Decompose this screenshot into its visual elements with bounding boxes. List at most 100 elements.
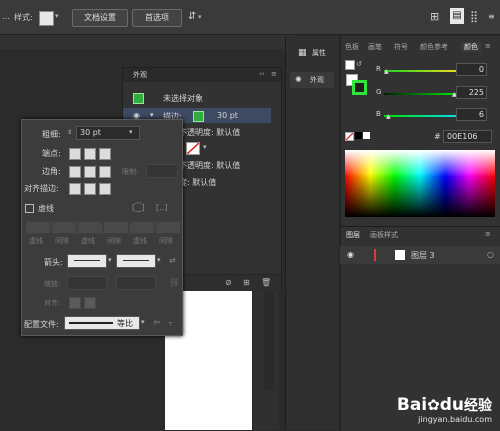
disclosure-icon[interactable]: ▾: [150, 111, 154, 119]
round-join-icon[interactable]: [84, 166, 96, 178]
collapse-icon[interactable]: ‹‹: [259, 70, 265, 78]
dash-align-corners-icon[interactable]: [⁐]: [132, 203, 145, 212]
arrowheads-label: 箭头:: [44, 258, 63, 267]
appearance-dock-button[interactable]: ✺ 外观: [290, 72, 334, 88]
fill-none-swatch[interactable]: [186, 142, 200, 155]
layer-row[interactable]: ◉ 图层 3 ○: [340, 246, 500, 264]
butt-cap-icon[interactable]: [69, 148, 81, 160]
swap-colors-icon[interactable]: ↺: [356, 60, 362, 68]
r-slider[interactable]: [384, 70, 464, 72]
gap-input-1[interactable]: [51, 221, 77, 234]
miter-join-icon[interactable]: [69, 166, 81, 178]
tab-swatches[interactable]: 色板: [345, 42, 359, 52]
arrow-tip-beyond-icon[interactable]: [69, 297, 81, 309]
gap-input-3[interactable]: [155, 221, 181, 234]
chevron-down-icon[interactable]: ▾: [141, 318, 145, 326]
properties-tab[interactable]: 属性: [312, 48, 326, 58]
b-slider-thumb-icon[interactable]: ▲: [386, 113, 391, 120]
black-color-icon[interactable]: [355, 132, 362, 139]
tab-symbols[interactable]: 符号: [394, 42, 408, 52]
weight-input-value[interactable]: 30 pt: [80, 128, 101, 137]
limit-label: 限制:: [122, 168, 139, 176]
align-outside-icon[interactable]: [99, 183, 111, 195]
end-scale-input[interactable]: [116, 276, 156, 290]
profile-value[interactable]: 等比: [117, 318, 133, 329]
hex-input[interactable]: 00E106: [443, 130, 492, 143]
grid-icon[interactable]: ⣿: [470, 10, 478, 23]
chevron-down-icon[interactable]: ▾: [55, 12, 59, 20]
tab-color[interactable]: 颜色: [461, 42, 481, 52]
g-value[interactable]: 225: [456, 86, 487, 99]
dash-input-3[interactable]: [129, 221, 155, 234]
watermark-url: jingyan.baidu.com: [418, 415, 492, 424]
opacity-row-1[interactable]: 不透明度: 默认值: [179, 127, 240, 138]
bevel-join-icon[interactable]: [99, 166, 111, 178]
tab-artboard-styles[interactable]: 画板样式: [370, 230, 398, 240]
white-color-icon[interactable]: [363, 132, 370, 139]
document-setup-button[interactable]: 文档设置: [72, 9, 128, 27]
stroke-color-swatch[interactable]: [193, 111, 204, 122]
chevron-down-icon[interactable]: ▾: [203, 143, 207, 151]
align-center-icon[interactable]: [69, 183, 81, 195]
align-icon[interactable]: ⊞: [430, 10, 439, 23]
properties-icon[interactable]: ▦: [298, 48, 307, 58]
gap-input-2[interactable]: [103, 221, 129, 234]
chevron-down-icon[interactable]: ▾: [108, 256, 112, 264]
panel-menu-icon[interactable]: ≡: [485, 230, 491, 238]
weight-input[interactable]: 30 pt ▾: [76, 126, 140, 140]
preferences-button[interactable]: 首选项: [132, 9, 182, 27]
panel-menu-icon[interactable]: ≡: [271, 70, 277, 78]
b-value[interactable]: 6: [456, 108, 487, 121]
start-scale-input[interactable]: [67, 276, 107, 290]
layer-name[interactable]: 图层 3: [411, 250, 435, 261]
color-spectrum[interactable]: [345, 150, 495, 217]
dashed-checkbox[interactable]: [25, 204, 34, 213]
target-icon[interactable]: ○: [487, 250, 494, 259]
dash-preserve-icon[interactable]: [‥]: [156, 203, 168, 212]
transform-icon[interactable]: ⇵: [188, 11, 196, 22]
watermark-brand: Bai: [396, 395, 428, 415]
chevron-down-icon[interactable]: ▾: [157, 256, 161, 264]
trash-icon[interactable]: 🗑: [261, 278, 271, 287]
none-color-icon[interactable]: [345, 132, 354, 141]
dash-input-1[interactable]: [25, 221, 51, 234]
swap-arrowheads-icon[interactable]: ⇄: [169, 256, 176, 265]
align-inside-icon[interactable]: [84, 183, 96, 195]
panel-menu-icon[interactable]: ≡: [485, 42, 491, 50]
style-swatch[interactable]: [39, 11, 54, 26]
scrollbar[interactable]: [264, 290, 274, 390]
stepper-icon[interactable]: ⇕: [67, 129, 72, 136]
dash-input-2[interactable]: [77, 221, 103, 234]
chevron-down-icon[interactable]: ▾: [198, 13, 202, 21]
start-arrowhead-select[interactable]: [67, 254, 107, 268]
r-value[interactable]: 0: [456, 63, 487, 76]
opacity-row-3[interactable]: 度: 默认值: [179, 177, 216, 188]
link-scale-icon[interactable]: ⛓: [169, 278, 179, 287]
limit-input[interactable]: [146, 164, 178, 178]
appearance-panel-title[interactable]: 外观: [133, 70, 147, 80]
chevron-down-icon[interactable]: ▾: [129, 128, 133, 136]
arrow-tip-end-icon[interactable]: [84, 297, 96, 309]
r-label: R: [376, 65, 381, 73]
duplicate-item-icon[interactable]: ⊞: [243, 278, 250, 287]
clear-appearance-icon[interactable]: ⊘: [225, 278, 232, 287]
round-cap-icon[interactable]: [84, 148, 96, 160]
fill-none-icon[interactable]: [345, 60, 355, 70]
stroke-weight-value[interactable]: 30 pt: [217, 111, 238, 120]
stroke-swatch[interactable]: [352, 80, 367, 95]
projecting-cap-icon[interactable]: [99, 148, 111, 160]
flip-along-icon[interactable]: ⊨: [154, 318, 161, 327]
tab-color-guide[interactable]: 颜色参考: [420, 42, 448, 52]
arrange-icon[interactable]: ▤: [450, 8, 464, 24]
r-slider-thumb-icon[interactable]: ▲: [384, 68, 389, 75]
flip-across-icon[interactable]: ⫟: [168, 318, 173, 328]
opacity-row-2[interactable]: 不透明度: 默认值: [179, 160, 240, 171]
menu-icon[interactable]: ≡: [488, 12, 495, 21]
tab-layers[interactable]: 图层: [346, 230, 360, 240]
end-arrowhead-select[interactable]: [116, 254, 156, 268]
b-slider[interactable]: [384, 115, 464, 117]
tab-brushes[interactable]: 画笔: [368, 42, 382, 52]
paw-icon: ✿: [427, 396, 440, 414]
profile-select[interactable]: 等比: [64, 316, 140, 330]
eye-icon[interactable]: ◉: [347, 250, 354, 259]
